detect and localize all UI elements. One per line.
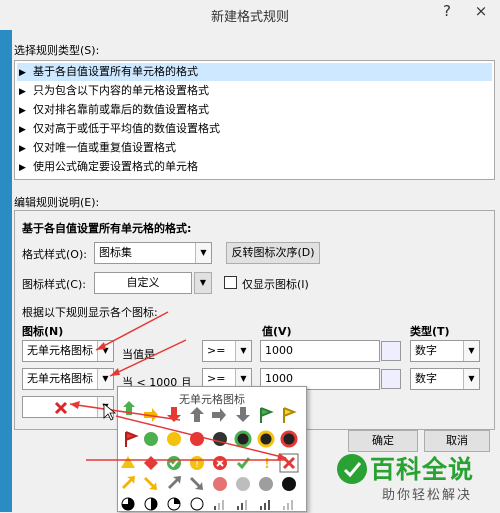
icon-style-select[interactable]: 自定义 xyxy=(94,272,192,294)
circle-green-icon xyxy=(144,432,158,446)
show-icon-only-label: 仅显示图标(I) xyxy=(242,278,309,291)
rule-type-item[interactable]: ▶ 只为包含以下内容的单元格设置格式 xyxy=(19,82,209,100)
icon-style-label: 图标样式(C): xyxy=(22,278,86,291)
traffic-light-yellow-icon xyxy=(257,430,275,448)
arrow-down-gray-icon xyxy=(236,407,250,422)
traffic-light-red-icon xyxy=(280,430,298,448)
chevron-down-icon: ▼ xyxy=(235,341,251,361)
signal-bars-2-icon xyxy=(237,500,247,510)
check-green-icon xyxy=(236,457,251,470)
traffic-light-green-icon xyxy=(234,430,252,448)
ok-button[interactable]: 确定 xyxy=(348,430,418,452)
icon-picker-popup: 无单元格图标 ! ! xyxy=(117,386,307,512)
circle-red-icon xyxy=(190,432,204,446)
chevron-down-icon: ▼ xyxy=(463,341,479,361)
chevron-down-icon[interactable]: ▼ xyxy=(194,272,212,294)
rule-type-label: 选择规则类型(S): xyxy=(14,44,100,57)
circle-gray-icon xyxy=(259,477,273,491)
condition-label: 当值是 xyxy=(122,348,155,361)
watermark-title: 百科全说 xyxy=(370,455,475,484)
show-icon-only-checkbox[interactable] xyxy=(224,276,237,289)
arrow-right-gray-icon xyxy=(212,408,226,422)
arrow-down-red-icon xyxy=(167,407,181,422)
pie-empty-icon xyxy=(190,497,204,511)
triangle-yellow-icon xyxy=(121,456,135,468)
range-picker-icon[interactable] xyxy=(381,341,401,361)
rule-type-list[interactable]: ▶ 基于各自值设置所有单元格的格式 ▶ 只为包含以下内容的单元格设置格式 ▶ 仅对排名… xyxy=(14,60,495,180)
icon-select-row-3[interactable]: ▼ xyxy=(22,396,114,418)
chevron-down-icon: ▼ xyxy=(97,369,113,389)
svg-text:!: ! xyxy=(195,459,199,470)
circle-yellow-icon xyxy=(167,432,181,446)
arrow-right-yellow-icon xyxy=(144,408,158,422)
flag-yellow-icon xyxy=(283,407,297,423)
rules-caption: 根据以下规则显示各个图标: xyxy=(22,306,158,319)
red-x-icon xyxy=(54,401,68,415)
triangle-right-icon: ▶ xyxy=(19,106,26,116)
arrow-up-gray-icon xyxy=(190,407,204,422)
chevron-down-icon: ▼ xyxy=(97,397,113,417)
format-style-label: 格式样式(O): xyxy=(22,248,87,261)
circle-black-icon xyxy=(213,432,227,446)
type-select[interactable]: 数字 ▼ xyxy=(410,368,480,390)
column-value-header: 值(V) xyxy=(262,325,292,338)
triangle-right-icon: ▶ xyxy=(19,163,26,173)
chevron-down-icon: ▼ xyxy=(463,369,479,389)
icon-grid[interactable]: ! ! xyxy=(118,387,308,513)
dialog-title: 新建格式规则 xyxy=(210,10,289,25)
signal-bars-4-icon xyxy=(283,500,293,510)
edit-heading: 基于各自值设置所有单元格的格式: xyxy=(22,222,192,235)
rule-type-item[interactable]: ▶ 仅对排名靠前或靠后的数值设置格式 xyxy=(19,101,209,119)
watermark-subtitle: 助你轻松解决 xyxy=(382,488,473,503)
edit-rule-label: 编辑规则说明(E): xyxy=(14,196,100,209)
value-input[interactable]: 1000 xyxy=(260,340,380,362)
format-style-select[interactable]: 图标集 ▼ xyxy=(94,242,212,264)
arrow-up-green-icon xyxy=(123,401,135,415)
icon-select-row-2[interactable]: 无单元格图标 ▼ xyxy=(22,368,114,390)
triangle-right-icon: ▶ xyxy=(19,68,26,78)
type-select[interactable]: 数字 ▼ xyxy=(410,340,480,362)
triangle-right-icon: ▶ xyxy=(19,87,26,97)
flag-green-icon xyxy=(260,407,274,423)
rule-type-item[interactable]: ▶ 基于各自值设置所有单元格的格式 xyxy=(17,63,492,81)
triangle-right-icon: ▶ xyxy=(19,125,26,135)
exclamation-yellow-icon: ! xyxy=(264,457,270,472)
triangle-right-icon: ▶ xyxy=(19,144,26,154)
arrow-down-right-gray-icon xyxy=(190,477,203,490)
circle-light-gray-icon xyxy=(236,477,250,491)
watermark-logo-icon xyxy=(337,454,367,484)
help-button[interactable]: ? xyxy=(430,0,464,22)
rule-type-item[interactable]: ▶ 使用公式确定要设置格式的单元格 xyxy=(19,158,198,176)
icon-select-row-1[interactable]: 无单元格图标 ▼ xyxy=(22,340,114,362)
rule-type-item[interactable]: ▶ 仅对唯一值或重复值设置格式 xyxy=(19,139,176,157)
reverse-icon-order-button[interactable]: 反转图标次序(D) xyxy=(226,242,320,264)
column-type-header: 类型(T) xyxy=(410,325,450,338)
column-icon-header: 图标(N) xyxy=(22,325,64,338)
arrow-down-right-yellow-icon xyxy=(144,477,157,490)
circle-light-red-icon xyxy=(213,477,227,491)
arrow-up-right-yellow-icon xyxy=(122,476,135,489)
close-button[interactable]: × xyxy=(464,0,498,22)
range-picker-icon[interactable] xyxy=(381,369,401,389)
chevron-down-icon: ▼ xyxy=(97,341,113,361)
circle-black-2-icon xyxy=(282,477,296,491)
cancel-button[interactable]: 取消 xyxy=(424,430,490,452)
diamond-red-icon xyxy=(144,456,158,470)
signal-bars-3-icon xyxy=(260,500,270,510)
arrow-up-right-gray-icon xyxy=(168,476,181,489)
check-circle-green-icon xyxy=(167,456,181,470)
rule-type-item[interactable]: ▶ 仅对高于或低于平均值的数值设置格式 xyxy=(19,120,220,138)
signal-bars-1-icon xyxy=(214,500,224,510)
background-strip xyxy=(0,30,12,512)
chevron-down-icon: ▼ xyxy=(195,243,211,263)
operator-select[interactable]: >= ▼ xyxy=(202,340,252,362)
flag-red-icon xyxy=(125,431,139,447)
